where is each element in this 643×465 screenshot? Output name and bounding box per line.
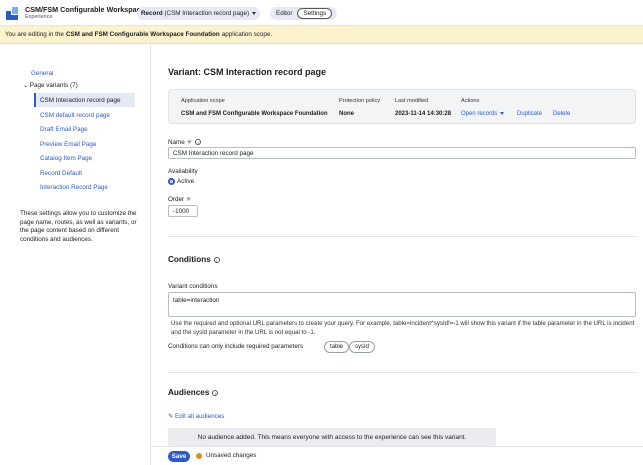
banner-scope: CSM and FSM Configurable Workspace Found… xyxy=(65,31,220,38)
order-label: Order ✳ xyxy=(168,196,191,203)
chevron-down-icon: ⌄ xyxy=(23,83,29,89)
required-icon: ✳ xyxy=(186,196,192,203)
delete-button[interactable]: Delete xyxy=(553,111,570,117)
protection-header: Protection policy xyxy=(339,98,381,104)
open-records-label: Open records xyxy=(461,111,498,117)
param-chip-table[interactable]: table xyxy=(324,341,350,353)
edit-all-audiences-link[interactable]: ✎ Edit all audiences xyxy=(168,413,224,420)
sidebar-item-variant[interactable]: Catalog Item Page xyxy=(40,155,92,162)
variant-conditions-input[interactable]: table=interaction xyxy=(168,292,636,317)
name-label: Name ✳ i xyxy=(168,139,202,146)
chevron-down-icon xyxy=(500,112,505,115)
conditions-help-text: Use the required and optional URL parame… xyxy=(171,320,635,336)
audiences-heading: Audiences i xyxy=(168,388,219,397)
banner-suffix: application scope. xyxy=(221,31,273,38)
scope-header: Application scope xyxy=(181,98,225,104)
sidebar-divider xyxy=(150,44,151,465)
workspace-subtitle: Experience xyxy=(25,14,53,20)
sidebar-item-variant[interactable]: Interaction Record Page xyxy=(40,184,108,191)
audiences-title: Audiences xyxy=(168,388,210,397)
info-icon[interactable]: i xyxy=(212,389,219,396)
top-bar: CSM/FSM Configurable Workspace Experienc… xyxy=(0,0,643,26)
conditions-heading: Conditions i xyxy=(168,255,220,264)
sidebar-group-page-variants[interactable]: ⌄ Page variants (7) xyxy=(23,82,78,89)
conditions-title: Conditions xyxy=(168,255,211,264)
section-divider xyxy=(168,236,636,237)
unsaved-changes-status: Unsaved changes xyxy=(206,452,257,459)
required-icon: ✳ xyxy=(186,139,193,146)
active-radio[interactable] xyxy=(168,178,175,185)
actions-header: Actions xyxy=(461,98,480,104)
footer-bar: Save Unsaved changes xyxy=(151,446,643,465)
required-params-label: Conditions can only include required par… xyxy=(168,343,304,350)
pencil-icon: ✎ xyxy=(168,413,174,420)
active-radio-label: Active xyxy=(177,178,195,185)
duplicate-button[interactable]: Duplicate xyxy=(517,111,542,117)
param-chip-sysid[interactable]: sysId xyxy=(349,341,376,353)
scope-banner: You are editing in the CSM and FSM Confi… xyxy=(0,26,643,44)
modified-header: Last modified xyxy=(395,98,429,104)
page-selector-bold: Record xyxy=(141,10,163,17)
order-input[interactable]: -1000 xyxy=(168,205,198,217)
edit-audiences-label: Edit all audiences xyxy=(175,413,225,420)
page-title: Variant: CSM Interaction record page xyxy=(168,67,327,77)
availability-label: Availability xyxy=(168,168,198,175)
banner-prefix: You are editing in the xyxy=(5,31,64,38)
editor-tab[interactable]: Editor xyxy=(271,8,297,19)
page-selector-dropdown[interactable]: Record (CSM Interaction record page) xyxy=(137,7,261,20)
sidebar-group-label: Page variants (7) xyxy=(29,82,78,89)
chevron-down-icon xyxy=(252,12,257,15)
order-label-text: Order xyxy=(168,196,185,203)
sidebar-item-variant[interactable]: Preview Email Page xyxy=(40,141,96,148)
settings-tab[interactable]: Settings xyxy=(297,8,333,19)
sidebar-description: These settings allow you to customize th… xyxy=(20,210,137,243)
modified-value: 2023-11-14 14:30:28 xyxy=(395,111,452,117)
sidebar-item-general[interactable]: General xyxy=(31,70,53,77)
name-input[interactable]: CSM Interaction record page xyxy=(168,147,636,159)
name-label-text: Name xyxy=(168,139,185,146)
protection-value: None xyxy=(339,111,354,117)
warning-dot-icon xyxy=(196,453,202,459)
workspace-title: CSM/FSM Configurable Workspace xyxy=(25,5,145,14)
mode-switch: Editor Settings xyxy=(270,7,337,20)
no-audience-notice: No audience added. This means everyone w… xyxy=(168,428,496,446)
open-records-button[interactable]: Open records xyxy=(461,111,505,117)
save-button[interactable]: Save xyxy=(168,451,190,462)
sidebar-item-variant[interactable]: CSM Interaction record page xyxy=(40,97,121,104)
scope-value: CSM and FSM Configurable Workspace Found… xyxy=(181,111,328,117)
info-icon[interactable]: i xyxy=(195,139,202,146)
sidebar-item-variant[interactable]: CSM default record page xyxy=(40,112,110,119)
variant-conditions-label: Variant conditions xyxy=(168,283,218,290)
info-icon[interactable]: i xyxy=(213,256,220,263)
page-selector-label: (CSM Interaction record page) xyxy=(164,10,250,17)
section-divider xyxy=(168,372,636,373)
workspace-logo-icon xyxy=(6,7,18,20)
variant-info-card: Application scope Protection policy Last… xyxy=(168,89,636,124)
sidebar-item-variant[interactable]: Record Default xyxy=(40,170,82,177)
sidebar-item-variant[interactable]: Draft Email Page xyxy=(40,126,88,133)
